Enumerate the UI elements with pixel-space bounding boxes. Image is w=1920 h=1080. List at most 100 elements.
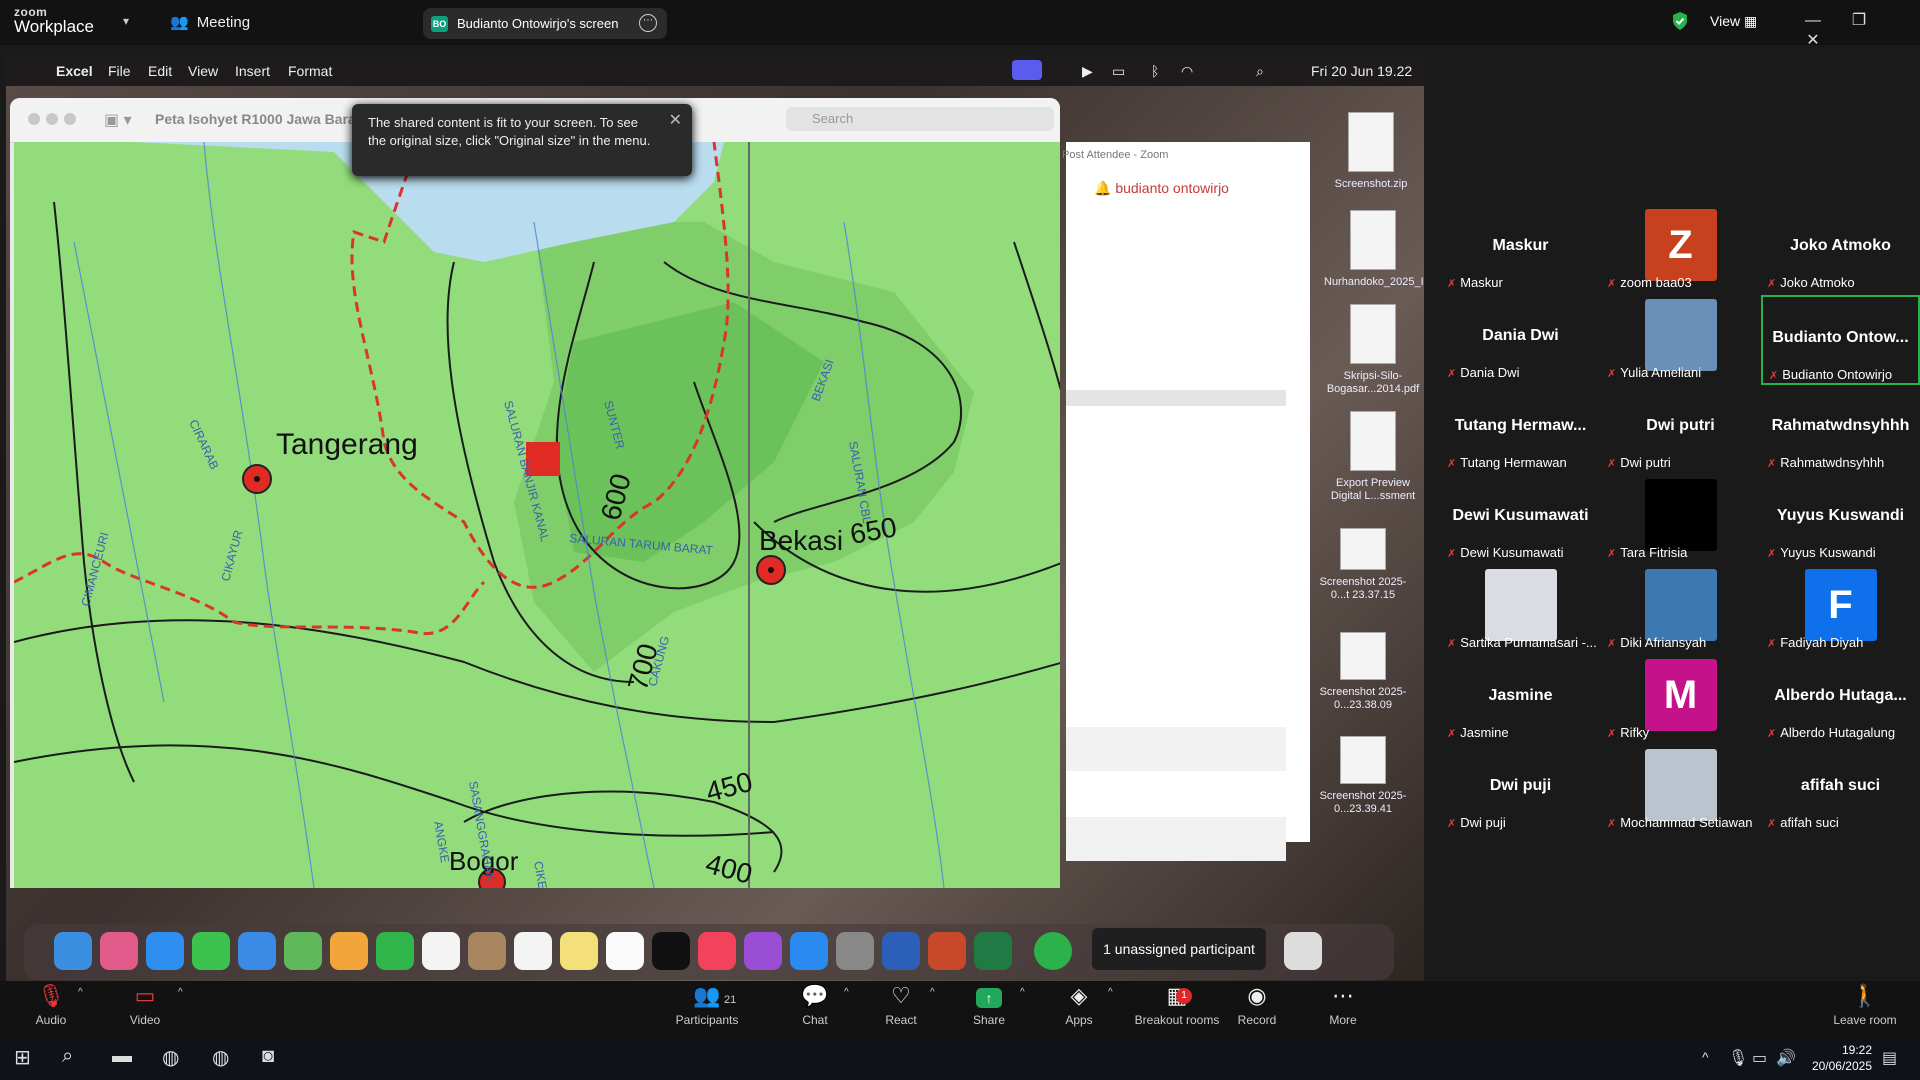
participant-tile[interactable]: Tutang Hermaw... ✗ Tutang Hermawan — [1441, 385, 1600, 475]
view-button[interactable]: View ▦ — [1710, 13, 1757, 30]
close-window-button[interactable] — [28, 113, 40, 125]
maps-icon[interactable] — [284, 932, 322, 970]
search-icon[interactable]: ⌕ — [1256, 63, 1264, 80]
participant-tile[interactable]: M ✗ Rifky — [1601, 655, 1760, 745]
trash-icon[interactable] — [1284, 932, 1322, 970]
desktop-file[interactable]: Screenshot 2025-0...t 23.37.15 — [1314, 528, 1412, 602]
participant-tile[interactable]: Dewi Kusumawati ✗ Dewi Kusumawati — [1441, 475, 1600, 565]
volume-icon[interactable]: 🔊 — [1776, 1048, 1796, 1068]
unassigned-participant-toast[interactable]: 1 unassigned participant — [1092, 928, 1266, 970]
participant-tile[interactable]: Maskur ✗ Maskur — [1441, 205, 1600, 295]
app-store-icon[interactable] — [790, 932, 828, 970]
network-icon[interactable]: ▭ — [1752, 1048, 1767, 1068]
maximize-icon[interactable]: ❐ — [1836, 10, 1882, 30]
search-icon[interactable]: ⌕ — [62, 1045, 73, 1068]
launchpad-icon[interactable] — [100, 932, 138, 970]
video-button[interactable]: ▭ Video — [100, 981, 190, 1027]
participant-tile[interactable]: Jasmine ✗ Jasmine — [1441, 655, 1600, 745]
chevron-down-icon[interactable]: ▾ — [123, 14, 129, 28]
meeting-button[interactable]: 👥 Meeting — [170, 13, 250, 31]
bluetooth-icon[interactable]: ᛒ — [1151, 63, 1159, 79]
contacts-icon[interactable] — [468, 932, 506, 970]
zoom-app-icon[interactable]: ◙ — [262, 1045, 274, 1068]
participant-tile[interactable]: Yuyus Kuswandi ✗ Yuyus Kuswandi — [1761, 475, 1920, 565]
facetime-icon[interactable] — [376, 932, 414, 970]
participant-tile[interactable]: ✗ Yulia Ameliani — [1601, 295, 1760, 385]
participant-tile[interactable]: ✗ Tara Fitrisia — [1601, 475, 1760, 565]
participant-tile[interactable]: Budianto Ontow... ✗ Budianto Ontowirjo — [1761, 295, 1920, 385]
apple-tv-icon[interactable] — [652, 932, 690, 970]
participant-tile[interactable]: F ✗ Fadiyah Diyah — [1761, 565, 1920, 655]
desktop-file[interactable]: Export Preview Digital L...ssment — [1324, 411, 1422, 503]
participant-tile[interactable]: Dania Dwi ✗ Dania Dwi — [1441, 295, 1600, 385]
minimize-window-button[interactable] — [46, 113, 58, 125]
play-icon[interactable]: ▶ — [1082, 63, 1093, 80]
participant-name: Sartika Purnamasari -... — [1460, 635, 1597, 650]
menu-app-name[interactable]: Excel — [56, 63, 93, 79]
participant-tile[interactable]: Rahmatwdnsyhhh ✗ Rahmatwdnsyhhh — [1761, 385, 1920, 475]
photos-icon[interactable] — [330, 932, 368, 970]
sidebar-toggle-icon[interactable]: ▣ ▾ — [104, 110, 132, 130]
menu-insert[interactable]: Insert — [235, 63, 270, 79]
desktop-file[interactable]: Skripsi-Silo-Bogasar...2014.pdf — [1324, 304, 1422, 396]
participant-tile[interactable]: afifah suci ✗ afifah suci — [1761, 745, 1920, 835]
close-icon[interactable]: ✕ — [1790, 30, 1836, 50]
post-attendee-user[interactable]: 🔔 budianto ontowirjo — [1094, 180, 1229, 197]
participant-tile[interactable]: ✗ Mochammad Setiawan — [1601, 745, 1760, 835]
powerpoint-icon[interactable] — [928, 932, 966, 970]
system-clock[interactable]: 19:22 20/06/2025 — [1812, 1042, 1872, 1074]
finder-icon[interactable] — [54, 932, 92, 970]
podcasts-icon[interactable] — [744, 932, 782, 970]
desktop-file[interactable]: Screenshot.zip — [1322, 112, 1420, 191]
calendar-icon[interactable] — [422, 932, 460, 970]
menu-file[interactable]: File — [108, 63, 131, 79]
system-settings-icon[interactable] — [836, 932, 874, 970]
participant-tile[interactable]: Z ✗ zoom baa03 — [1601, 205, 1760, 295]
minimize-icon[interactable]: — — [1790, 12, 1836, 30]
reminders-icon[interactable] — [514, 932, 552, 970]
desktop-file[interactable]: Nurhandoko_2025_IOP_Co...040.pdf — [1324, 210, 1424, 289]
zoom-window-button[interactable] — [64, 113, 76, 125]
messages-icon[interactable] — [192, 932, 230, 970]
desktop-file[interactable]: Screenshot 2025-0...23.38.09 — [1314, 632, 1412, 712]
participant-tile[interactable]: ✗ Diki Afriansyah — [1601, 565, 1760, 655]
notifications-icon[interactable]: ▤ — [1882, 1048, 1897, 1068]
microphone-muted-icon: ✗ — [1767, 548, 1777, 560]
screen-share-status-icon[interactable] — [1012, 60, 1042, 80]
menu-view[interactable]: View — [188, 63, 218, 79]
leave-room-button[interactable]: 🚶 Leave room — [1820, 981, 1910, 1027]
more-button[interactable]: ⋯ More — [1298, 981, 1388, 1027]
shield-icon[interactable] — [1671, 11, 1689, 31]
search-input[interactable]: Search — [786, 107, 1054, 131]
music-icon[interactable] — [698, 932, 736, 970]
microphone-icon[interactable]: 🎙 — [1728, 1048, 1748, 1068]
participant-tile[interactable]: Joko Atmoko ✗ Joko Atmoko — [1761, 205, 1920, 295]
excel-icon[interactable] — [974, 932, 1012, 970]
participants-button[interactable]: 👥 Participants — [662, 981, 752, 1027]
wifi-icon[interactable]: ◠ — [1181, 63, 1193, 80]
desktop-file[interactable]: Screenshot 2025-0...23.39.41 — [1314, 736, 1412, 816]
whatsapp-icon[interactable] — [1034, 932, 1072, 970]
participant-tile[interactable]: Dwi puji ✗ Dwi puji — [1441, 745, 1600, 835]
chevron-up-icon[interactable]: ^ — [1702, 1049, 1709, 1065]
record-button[interactable]: ◉ Record — [1212, 981, 1302, 1027]
windows-start-icon[interactable]: ⊞ — [14, 1045, 31, 1070]
file-explorer-icon[interactable]: ▬ — [112, 1045, 132, 1068]
mail-icon[interactable] — [238, 932, 276, 970]
menu-edit[interactable]: Edit — [148, 63, 172, 79]
menu-format[interactable]: Format — [288, 63, 332, 79]
participant-tile[interactable]: Dwi putri ✗ Dwi putri — [1601, 385, 1760, 475]
participant-name-label: ✗ Diki Afriansyah — [1607, 635, 1706, 650]
chrome-profile-icon[interactable]: ◍ — [212, 1045, 229, 1070]
word-icon[interactable] — [882, 932, 920, 970]
freeform-icon[interactable] — [606, 932, 644, 970]
participant-tile[interactable]: ✗ Sartika Purnamasari -... — [1441, 565, 1600, 655]
chrome-icon[interactable]: ◍ — [162, 1045, 179, 1070]
notes-icon[interactable] — [560, 932, 598, 970]
more-options-icon[interactable]: ⋯ — [639, 14, 657, 32]
shared-screen-tab[interactable]: BO Budianto Ontowirjo's screen ⋯ — [423, 8, 667, 39]
close-icon[interactable]: ✕ — [669, 110, 682, 130]
participant-tile[interactable]: Alberdo Hutaga... ✗ Alberdo Hutagalung — [1761, 655, 1920, 745]
safari-icon[interactable] — [146, 932, 184, 970]
battery-icon[interactable]: ▭ — [1112, 63, 1125, 80]
